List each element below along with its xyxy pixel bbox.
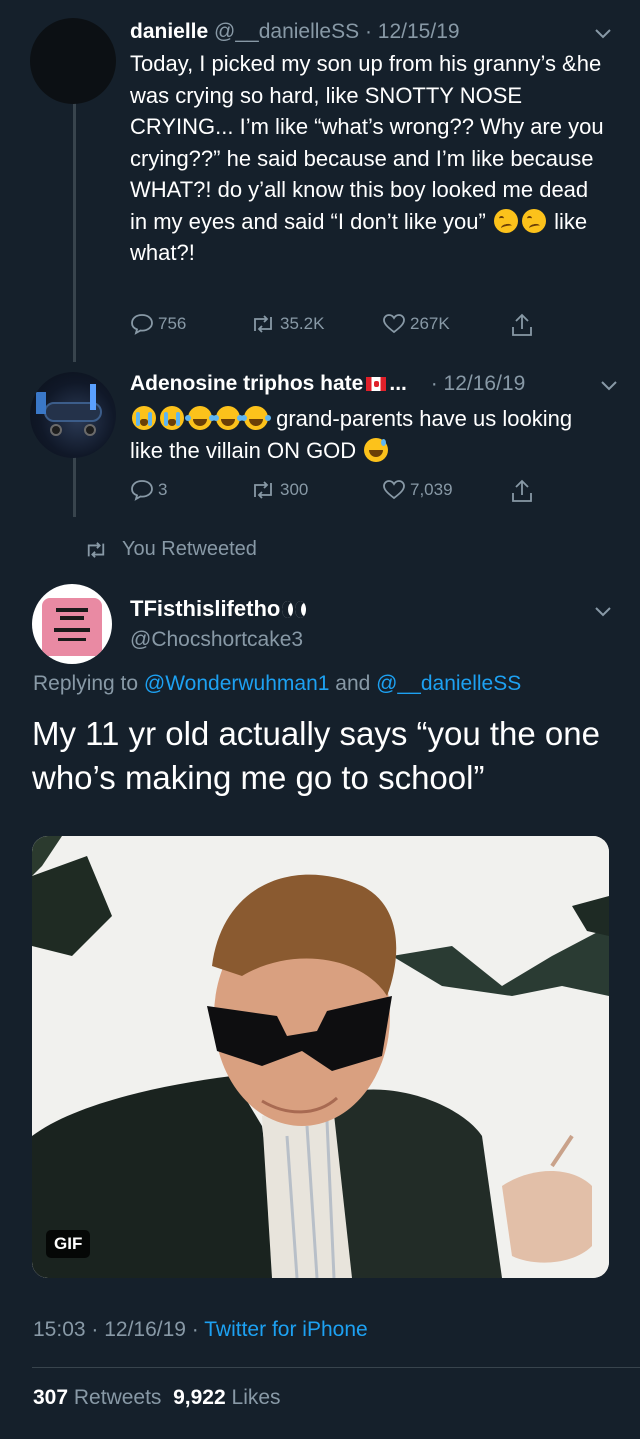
- sob-icon: [132, 406, 156, 430]
- reply-mention-2[interactable]: @__danielleSS: [376, 672, 521, 695]
- sob-icon: [160, 406, 184, 430]
- retweet-icon: [254, 315, 272, 333]
- joy-icon: [213, 406, 240, 430]
- retweet-stat[interactable]: 307 Retweets: [33, 1386, 161, 1409]
- gif-media[interactable]: GIF: [32, 836, 609, 1278]
- replying-to: Replying to @Wonderwuhman1 and @__daniel…: [33, 672, 522, 695]
- share-button[interactable]: [510, 312, 538, 338]
- eyes-icon: [282, 601, 308, 619]
- chevron-down-icon[interactable]: [598, 374, 620, 396]
- reply-icon: [131, 480, 153, 501]
- gif-image: [32, 836, 609, 1278]
- display-name[interactable]: danielle: [130, 20, 208, 43]
- tweet-header: danielle @__danielleSS · 12/15/19: [130, 18, 460, 46]
- tweet-date: · 12/15/19: [364, 20, 460, 43]
- reply-button[interactable]: 756: [130, 312, 186, 336]
- avatar-danielle[interactable]: [30, 18, 116, 104]
- canada-flag-icon: [366, 377, 387, 391]
- gif-badge: GIF: [46, 1230, 91, 1258]
- reply-mention-1[interactable]: @Wonderwuhman1: [144, 672, 330, 695]
- display-name[interactable]: Adenosine triphos hate: [130, 372, 363, 395]
- woozy-face-icon: [521, 208, 546, 233]
- joy-icon: [185, 406, 212, 430]
- like-button[interactable]: 267K: [382, 312, 450, 336]
- reply-button[interactable]: 3: [130, 478, 167, 502]
- tweet-meta: 15:03 · 12/16/19 · Twitter for iPhone: [33, 1318, 368, 1342]
- tweet-actions: 756 35.2K 267K: [130, 312, 550, 342]
- thread-line: [73, 455, 76, 517]
- retweet-icon: [87, 541, 105, 558]
- main-display-name[interactable]: TFisthislifetho: [130, 596, 308, 622]
- chevron-down-icon[interactable]: [592, 22, 614, 44]
- tweet-text: grand-parents have us looking like the v…: [130, 406, 573, 463]
- heart-icon: [383, 314, 405, 334]
- share-icon: [512, 479, 532, 502]
- reply-icon: [131, 314, 153, 335]
- share-icon: [512, 313, 532, 336]
- avatar-adenosine[interactable]: [30, 372, 116, 458]
- main-tweet-text: My 11 yr old actually says “you the one …: [32, 715, 600, 796]
- retweet-button[interactable]: 35.2K: [250, 312, 324, 336]
- like-button[interactable]: 7,039: [382, 478, 453, 502]
- tweet-stats: 307 Retweets 9,922 Likes: [33, 1386, 281, 1410]
- tweet-date: · 12/16/19: [430, 372, 526, 395]
- woozy-face-icon: [493, 208, 518, 233]
- tweet-source[interactable]: Twitter for iPhone: [204, 1318, 367, 1341]
- heart-icon: [383, 480, 405, 500]
- retweet-icon: [254, 481, 272, 499]
- divider: [32, 1367, 640, 1368]
- retweet-button[interactable]: 300: [250, 478, 308, 502]
- like-stat[interactable]: 9,922 Likes: [173, 1386, 280, 1409]
- chevron-down-icon[interactable]: [592, 600, 614, 622]
- share-button[interactable]: [510, 478, 538, 504]
- tweet-actions: 3 300 7,039: [130, 478, 550, 508]
- tweet-timestamp: 15:03 · 12/16/19 ·: [33, 1318, 199, 1341]
- tweet-header: Adenosine triphos hate... · 12/16/19: [130, 372, 526, 395]
- thread-line: [73, 100, 76, 362]
- tweet-text: Today, I picked my son up from his grann…: [130, 51, 604, 265]
- main-handle[interactable]: @Chocshortcake3: [130, 628, 303, 652]
- you-retweeted-note: You Retweeted: [84, 538, 257, 561]
- avatar-tfisthislifetho[interactable]: [32, 584, 112, 664]
- joy-icon: [241, 406, 268, 430]
- sweat-smile-icon: [364, 437, 389, 462]
- handle[interactable]: @__danielleSS: [214, 20, 359, 43]
